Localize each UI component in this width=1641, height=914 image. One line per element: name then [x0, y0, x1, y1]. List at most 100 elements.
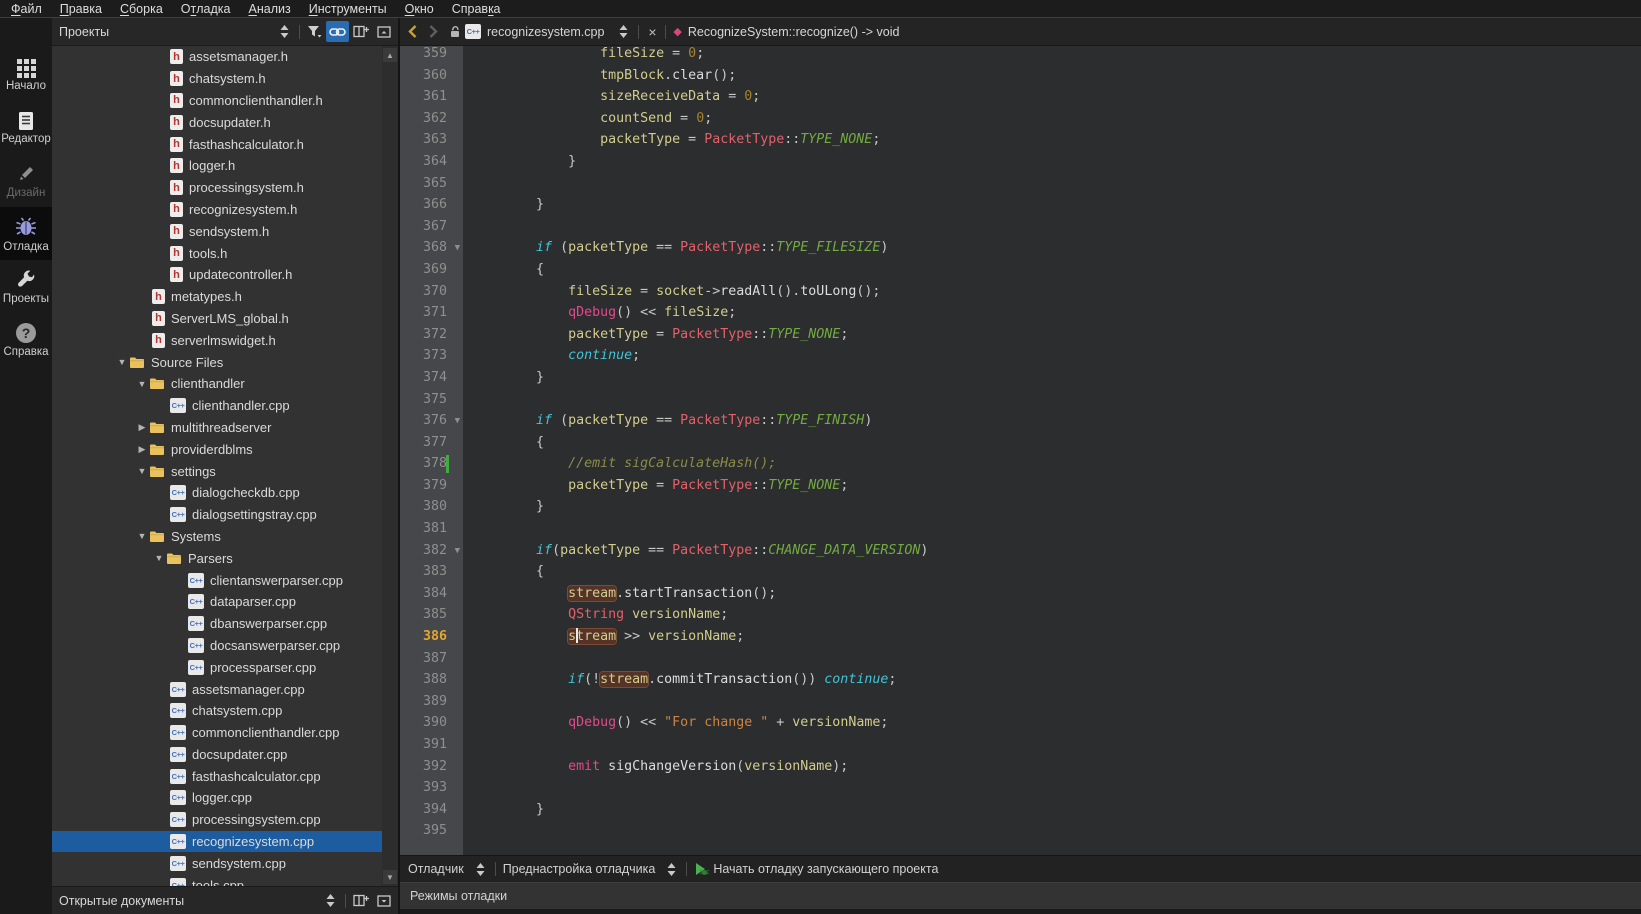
chevron-down-icon[interactable]: ▼	[135, 379, 149, 389]
chevron-right-icon[interactable]: ▶	[135, 422, 149, 433]
line-number-383[interactable]: 383	[400, 561, 463, 583]
line-number-377[interactable]: 377	[400, 432, 463, 454]
code-line-393[interactable]	[472, 777, 1641, 799]
line-number-367[interactable]: 367	[400, 216, 463, 238]
mode-отладка[interactable]: Отладка	[0, 207, 52, 260]
tree-item-commonclienthandler.cpp[interactable]: C++commonclienthandler.cpp	[52, 722, 398, 744]
line-number-375[interactable]: 375	[400, 389, 463, 411]
line-number-370[interactable]: 370	[400, 281, 463, 303]
code-line-387[interactable]	[472, 648, 1641, 670]
code-line-381[interactable]	[472, 518, 1641, 540]
tree-item-processingsystem.cpp[interactable]: C++processingsystem.cpp	[52, 809, 398, 831]
mode-справка[interactable]: ?Справка	[0, 313, 52, 366]
line-number-385[interactable]: 385	[400, 604, 463, 626]
line-number-394[interactable]: 394	[400, 799, 463, 821]
code-line-368[interactable]: if (packetType == PacketType::TYPE_FILES…	[472, 237, 1641, 259]
tree-item-multithreadserver[interactable]: ▶multithreadserver	[52, 417, 398, 439]
tree-item-tools.h[interactable]: htools.h	[52, 242, 398, 264]
mode-проекты[interactable]: Проекты	[0, 260, 52, 313]
line-number-387[interactable]: 387	[400, 648, 463, 670]
code-line-376[interactable]: if (packetType == PacketType::TYPE_FINIS…	[472, 410, 1641, 432]
fold-marker-icon[interactable]: ▼	[455, 238, 460, 260]
line-number-388[interactable]: 388	[400, 669, 463, 691]
debugger-preset-label[interactable]: Преднастройка отладчика	[503, 862, 656, 876]
tree-item-clientanswerparser.cpp[interactable]: C++clientanswerparser.cpp	[52, 569, 398, 591]
panel-selector-combo[interactable]	[319, 890, 342, 911]
line-number-392[interactable]: 392	[400, 756, 463, 778]
code-line-365[interactable]	[472, 173, 1641, 195]
tree-item-docsanswerparser.cpp[interactable]: C++docsanswerparser.cpp	[52, 635, 398, 657]
line-number-359[interactable]: 359	[400, 46, 463, 65]
line-number-369[interactable]: 369	[400, 259, 463, 281]
close-panel-icon[interactable]	[372, 890, 395, 911]
line-number-372[interactable]: 372	[400, 324, 463, 346]
code-line-361[interactable]: sizeReceiveData = 0;	[472, 86, 1641, 108]
code-line-367[interactable]	[472, 216, 1641, 238]
tree-item-commonclienthandler.h[interactable]: hcommonclienthandler.h	[52, 90, 398, 112]
menu-окно[interactable]: Окно	[396, 0, 443, 17]
code-line-390[interactable]: qDebug() << "For change " + versionName;	[472, 712, 1641, 734]
start-debug-icon[interactable]	[690, 859, 713, 880]
line-number-373[interactable]: 373	[400, 345, 463, 367]
code-line-392[interactable]: emit sigChangeVersion(versionName);	[472, 756, 1641, 778]
line-number-362[interactable]: 362	[400, 108, 463, 130]
tree-item-Systems[interactable]: ▼Systems	[52, 526, 398, 548]
mode-редактор[interactable]: Редактор	[0, 101, 52, 154]
line-number-379[interactable]: 379	[400, 475, 463, 497]
menu-правка[interactable]: Правка	[51, 0, 111, 17]
tree-item-logger.cpp[interactable]: C++logger.cpp	[52, 787, 398, 809]
tree-item-dataparser.cpp[interactable]: C++dataparser.cpp	[52, 591, 398, 613]
code-line-360[interactable]: tmpBlock.clear();	[472, 65, 1641, 87]
start-debug-label[interactable]: Начать отладку запускающего проекта	[713, 862, 938, 876]
tree-item-Source Files[interactable]: ▼Source Files	[52, 351, 398, 373]
code-line-377[interactable]: {	[472, 432, 1641, 454]
debugger-combo[interactable]	[469, 859, 492, 880]
tree-item-serverlmswidget.h[interactable]: hserverlmswidget.h	[52, 329, 398, 351]
line-number-366[interactable]: 366	[400, 194, 463, 216]
mode-начало[interactable]: Начало	[0, 48, 52, 101]
tree-item-chatsystem.cpp[interactable]: C++chatsystem.cpp	[52, 700, 398, 722]
tree-item-tools.cpp[interactable]: C++tools.cpp	[52, 874, 398, 886]
panel-selector-combo[interactable]	[273, 21, 296, 42]
code-line-394[interactable]: }	[472, 799, 1641, 821]
menu-инструменты[interactable]: Инструменты	[300, 0, 396, 17]
chevron-down-icon[interactable]: ▼	[135, 466, 149, 476]
tree-scrollbar[interactable]: ▲ ▼	[382, 46, 398, 886]
tree-item-assetsmanager.cpp[interactable]: C++assetsmanager.cpp	[52, 678, 398, 700]
line-number-364[interactable]: 364	[400, 151, 463, 173]
line-number-389[interactable]: 389	[400, 691, 463, 713]
sync-with-editor-link-icon[interactable]	[326, 21, 349, 42]
code-line-378[interactable]: //emit sigCalculateHash();	[472, 453, 1641, 475]
line-number-390[interactable]: 390	[400, 712, 463, 734]
line-number-393[interactable]: 393	[400, 777, 463, 799]
tree-item-fasthashcalculator.h[interactable]: hfasthashcalculator.h	[52, 133, 398, 155]
tree-item-sendsystem.h[interactable]: hsendsystem.h	[52, 220, 398, 242]
tree-item-metatypes.h[interactable]: hmetatypes.h	[52, 286, 398, 308]
code-line-379[interactable]: packetType = PacketType::TYPE_NONE;	[472, 475, 1641, 497]
code-line-362[interactable]: countSend = 0;	[472, 108, 1641, 130]
line-number-368[interactable]: 368▼	[400, 237, 463, 259]
back-icon[interactable]	[402, 21, 423, 43]
code-line-382[interactable]: if(packetType == PacketType::CHANGE_DATA…	[472, 540, 1641, 562]
document-selector-combo[interactable]	[612, 21, 635, 42]
line-number-380[interactable]: 380	[400, 496, 463, 518]
code-line-373[interactable]: continue;	[472, 345, 1641, 367]
collapse-panel-icon[interactable]	[372, 21, 395, 42]
tree-item-clienthandler.cpp[interactable]: C++clienthandler.cpp	[52, 395, 398, 417]
code-line-369[interactable]: {	[472, 259, 1641, 281]
menu-файл[interactable]: Файл	[2, 0, 51, 17]
code-line-389[interactable]	[472, 691, 1641, 713]
tree-item-fasthashcalculator.cpp[interactable]: C++fasthashcalculator.cpp	[52, 765, 398, 787]
tree-item-assetsmanager.h[interactable]: hassetsmanager.h	[52, 46, 398, 68]
open-file-name[interactable]: recognizesystem.cpp	[487, 25, 604, 39]
code-editor[interactable]: 359360361362363364365366367368▼369370371…	[400, 46, 1641, 855]
line-number-381[interactable]: 381	[400, 518, 463, 540]
menu-справка[interactable]: Справка	[443, 0, 510, 17]
line-number-395[interactable]: 395	[400, 820, 463, 842]
tree-item-processparser.cpp[interactable]: C++processparser.cpp	[52, 656, 398, 678]
code-line-366[interactable]: }	[472, 194, 1641, 216]
forward-icon[interactable]	[423, 21, 444, 43]
tree-item-docsupdater.h[interactable]: hdocsupdater.h	[52, 111, 398, 133]
code-line-385[interactable]: QString versionName;	[472, 604, 1641, 626]
menu-отладка[interactable]: Отладка	[172, 0, 240, 17]
